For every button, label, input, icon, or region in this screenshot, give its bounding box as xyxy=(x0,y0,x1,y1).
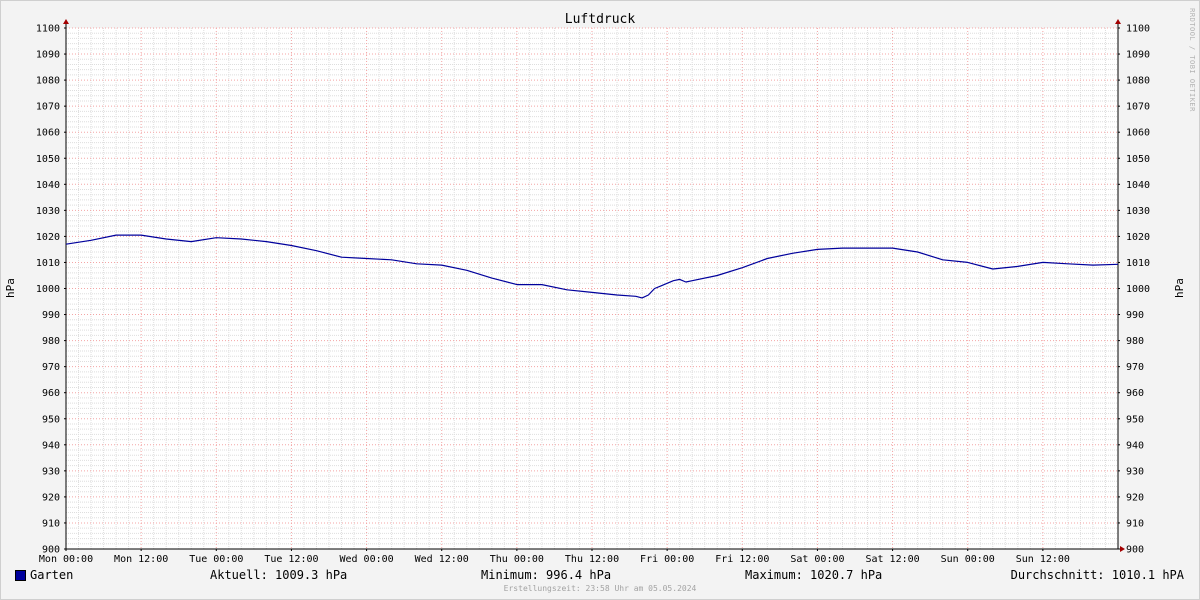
y-tick-label-left: 1000 xyxy=(36,284,60,295)
y-tick-label-left: 1080 xyxy=(36,76,60,87)
y-tick-label-left: 940 xyxy=(42,440,60,451)
y-tick-label-right: 1100 xyxy=(1126,24,1150,35)
stat-average: Durchschnitt: 1010.1 hPA xyxy=(1010,568,1184,582)
y-tick-label-right: 910 xyxy=(1126,518,1144,529)
x-tick-label: Fri 12:00 xyxy=(715,554,769,565)
stat-minimum: Minimum: 996.4 hPa xyxy=(481,568,612,582)
x-tick-label: Fri 00:00 xyxy=(640,554,694,565)
stat-maximum: Maximum: 1020.7 hPa xyxy=(745,568,883,582)
y-axis-title-right: hPa xyxy=(1173,278,1186,298)
y-tick-label-right: 950 xyxy=(1126,414,1144,425)
y-tick-labels-right: 900 910 920 930 940 950 960 970 980 990 1000 1010 10… xyxy=(1126,24,1150,556)
y-tick-label-right: 1080 xyxy=(1126,76,1150,87)
creation-time-note: Erstellungszeit: 23:58 Uhr am 05.05.2024 xyxy=(503,584,697,593)
y-tick-label-right: 980 xyxy=(1126,336,1144,347)
y-tick-label-left: 1050 xyxy=(36,154,60,165)
y-tick-label-left: 960 xyxy=(42,388,60,399)
y-tick-label-right: 940 xyxy=(1126,440,1144,451)
x-tick-label: Wed 00:00 xyxy=(339,554,393,565)
x-tick-label: Wed 12:00 xyxy=(415,554,469,565)
x-tick-labels: Mon 00:00 Mon 12:00 Tue 00:00 Tue 12:00 Wed … xyxy=(39,554,1070,565)
y-tick-label-left: 1030 xyxy=(36,206,60,217)
y-tick-label-right: 1000 xyxy=(1126,284,1150,295)
y-tick-label-right: 1030 xyxy=(1126,206,1150,217)
y-axis-arrow-right xyxy=(1115,19,1121,24)
y-tick-label-right: 900 xyxy=(1126,545,1144,556)
y-tick-label-right: 1060 xyxy=(1126,128,1150,139)
y-tick-label-left: 970 xyxy=(42,362,60,373)
x-tick-label: Sun 12:00 xyxy=(1016,554,1070,565)
y-tick-label-left: 1100 xyxy=(36,24,60,35)
x-tick-label: Mon 00:00 xyxy=(39,554,93,565)
y-tick-label-left: 1040 xyxy=(36,180,60,191)
x-tick-label: Thu 00:00 xyxy=(490,554,544,565)
y-tick-label-left: 980 xyxy=(42,336,60,347)
y-axis-arrow-left xyxy=(63,19,69,24)
x-tick-label: Thu 12:00 xyxy=(565,554,619,565)
x-tick-label: Tue 00:00 xyxy=(189,554,243,565)
y-tick-label-left: 950 xyxy=(42,414,60,425)
y-tick-label-left: 990 xyxy=(42,310,60,321)
watermark: RRDTOOL / TOBI OETIKER xyxy=(1188,8,1196,112)
y-tick-label-right: 970 xyxy=(1126,362,1144,373)
x-tick-label: Sun 00:00 xyxy=(941,554,995,565)
y-tick-labels-left: 9009109209309409509609709809901000101010… xyxy=(36,24,60,556)
y-tick-label-left: 920 xyxy=(42,492,60,503)
y-tick-label-right: 1010 xyxy=(1126,258,1150,269)
y-tick-label-right: 990 xyxy=(1126,310,1144,321)
y-tick-label-left: 1090 xyxy=(36,50,60,61)
y-tick-label-right: 960 xyxy=(1126,388,1144,399)
stat-current: Aktuell: 1009.3 hPa xyxy=(210,568,348,582)
y-tick-label-left: 910 xyxy=(42,518,60,529)
y-tick-label-right: 1090 xyxy=(1126,50,1150,61)
y-axis-title-left: hPa xyxy=(4,278,17,298)
x-axis-arrow xyxy=(1120,546,1125,552)
y-tick-label-left: 1020 xyxy=(36,232,60,243)
y-tick-label-left: 1070 xyxy=(36,102,60,113)
y-tick-label-right: 1020 xyxy=(1126,232,1150,243)
x-tick-label: Sat 12:00 xyxy=(865,554,919,565)
x-tick-label: Mon 12:00 xyxy=(114,554,168,565)
y-tick-label-left: 930 xyxy=(42,466,60,477)
legend-series-name: Garten xyxy=(30,568,74,582)
chart-svg: Luftdruck hPa hPa RRDTOOL / TOBI OETIKER… xyxy=(4,8,1196,565)
y-tick-label-left: 1010 xyxy=(36,258,60,269)
x-tick-label: Tue 12:00 xyxy=(264,554,318,565)
y-tick-label-right: 1050 xyxy=(1126,154,1150,165)
y-tick-label-right: 930 xyxy=(1126,466,1144,477)
legend-swatch-garten xyxy=(15,570,26,581)
y-tick-label-right: 920 xyxy=(1126,492,1144,503)
chart-title: Luftdruck xyxy=(565,12,636,27)
y-tick-label-right: 1070 xyxy=(1126,102,1150,113)
y-tick-label-left: 1060 xyxy=(36,128,60,139)
y-tick-label-right: 1040 xyxy=(1126,180,1150,191)
x-tick-label: Sat 00:00 xyxy=(790,554,844,565)
